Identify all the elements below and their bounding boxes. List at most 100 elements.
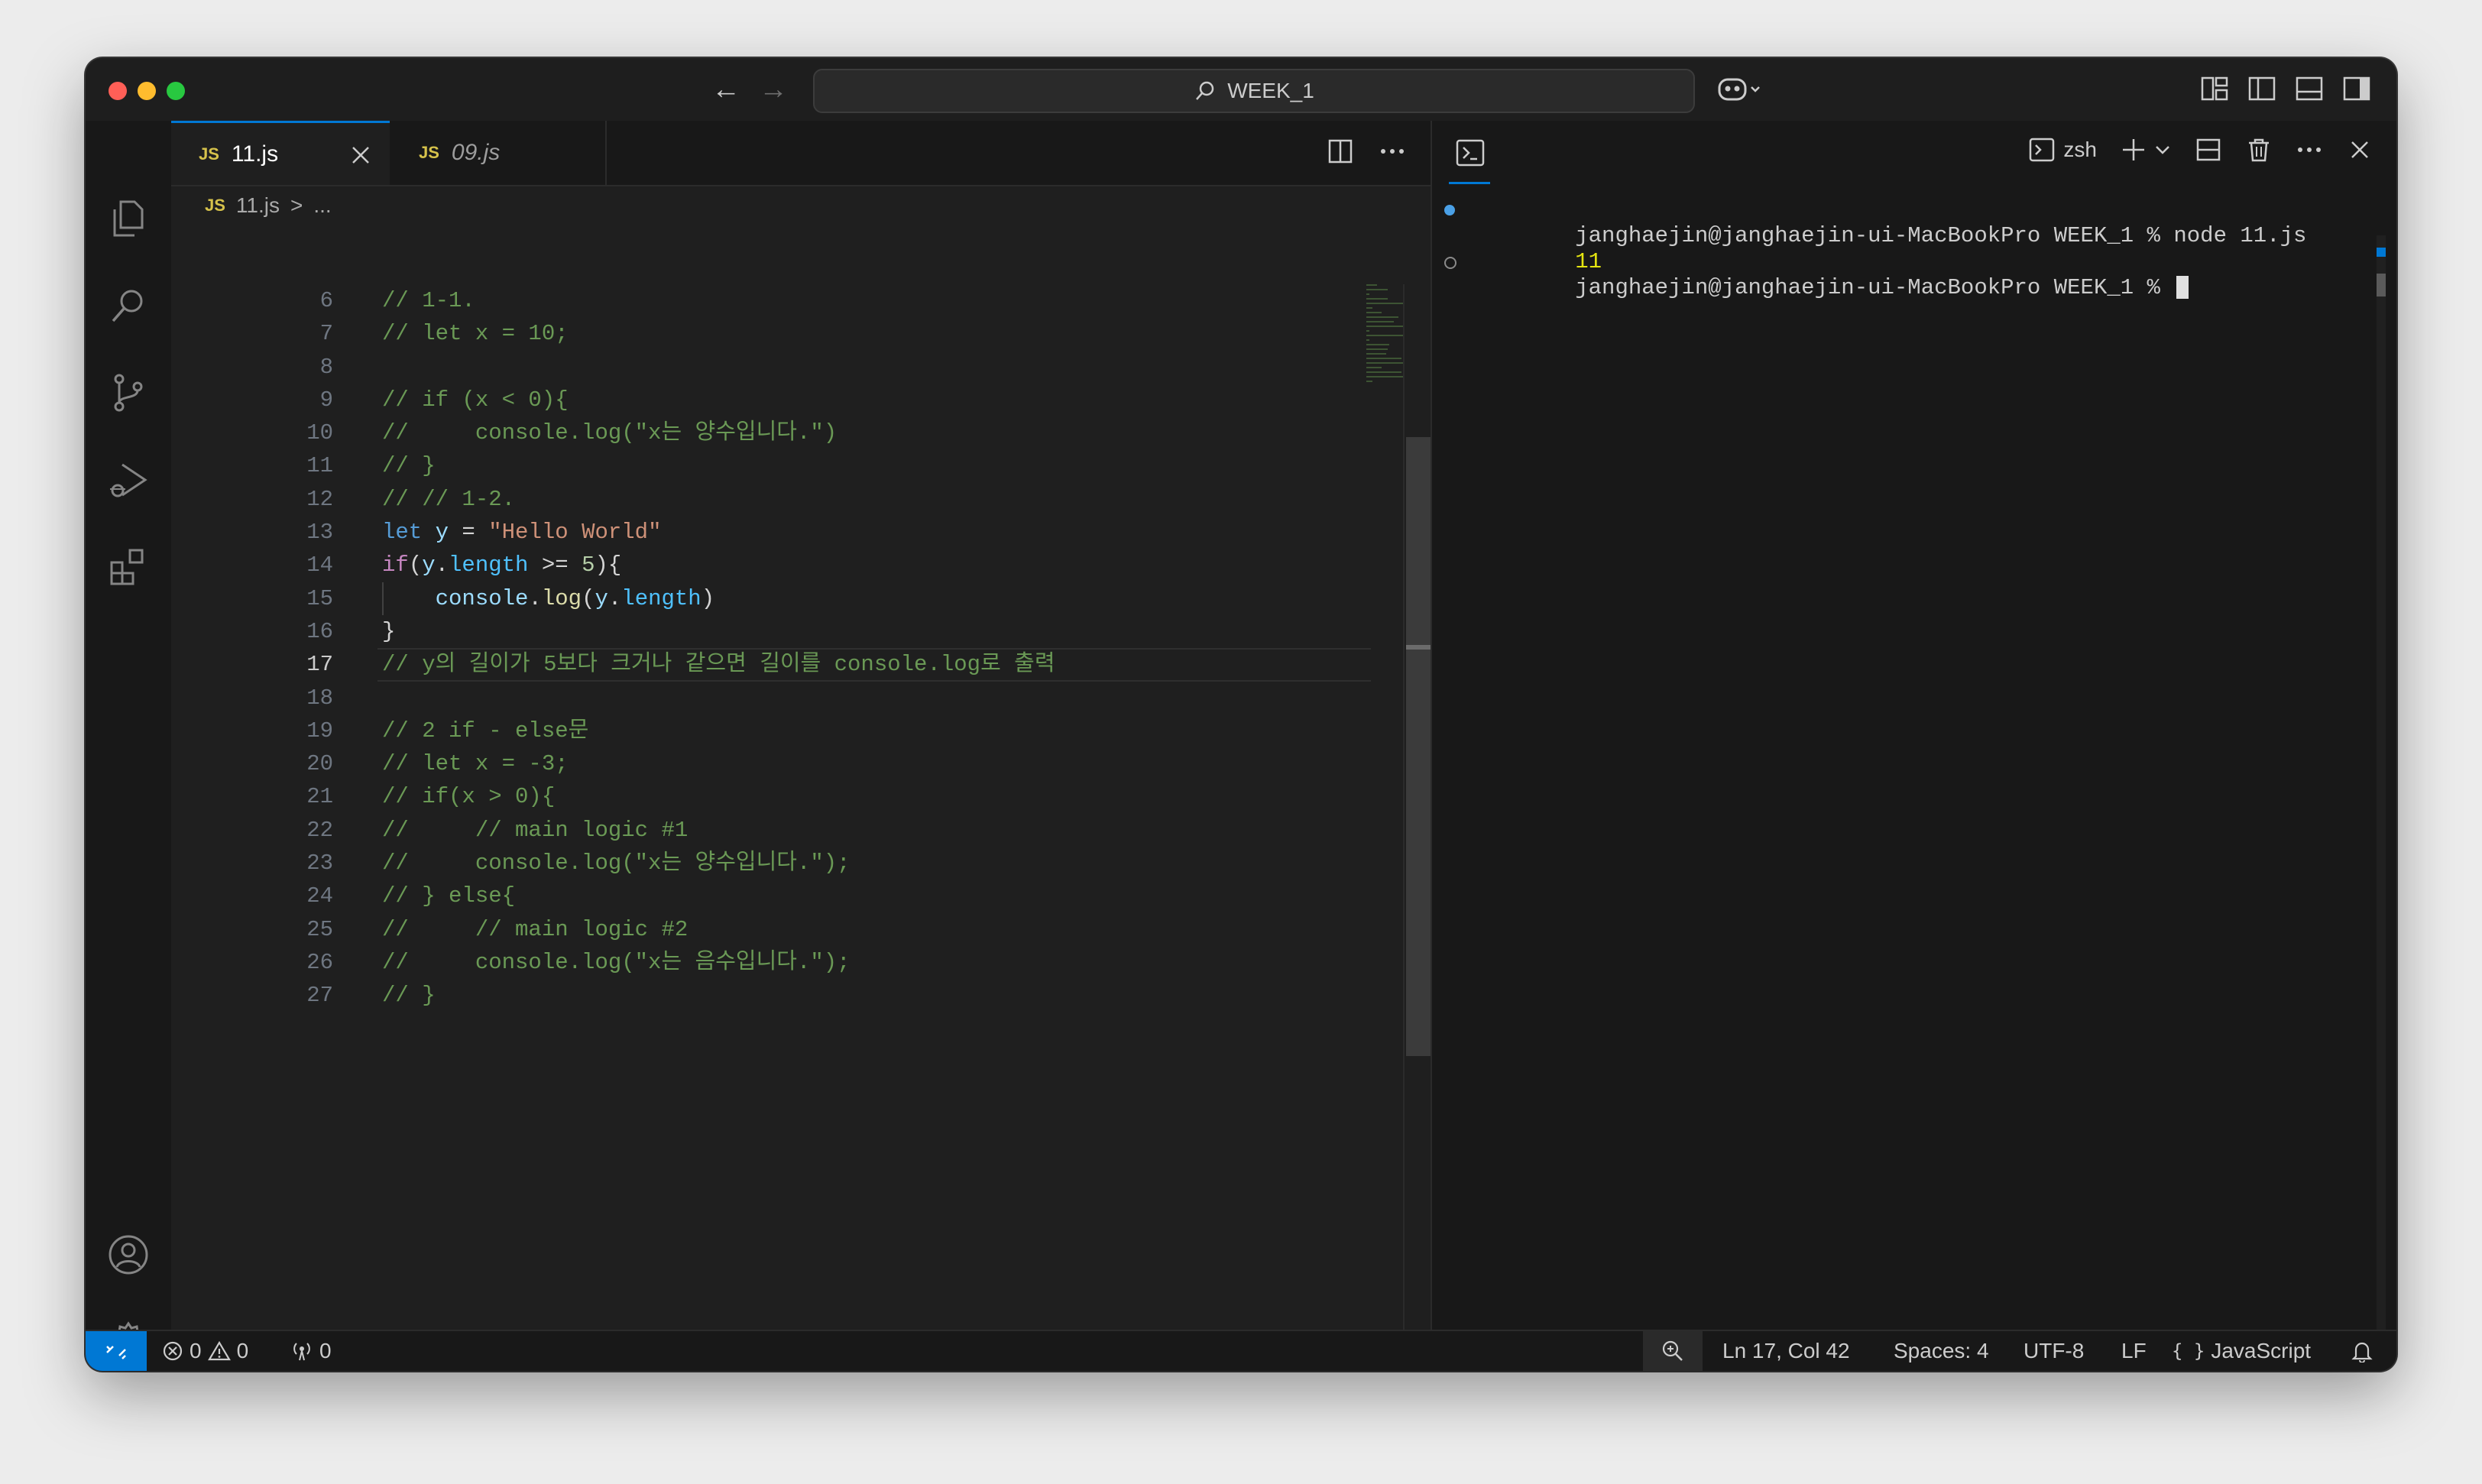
code-text: // if (x < 0){ bbox=[382, 387, 569, 413]
code-line[interactable]: 23 // console.log("x는 양수입니다."); bbox=[171, 847, 1371, 880]
cursor-position[interactable]: Ln 17, Col 42 bbox=[1722, 1331, 1850, 1371]
new-terminal-button[interactable] bbox=[2120, 136, 2172, 164]
terminal-output[interactable]: janghaejin@janghaejin-ui-MacBookPro WEEK… bbox=[1432, 197, 2366, 300]
close-panel-icon[interactable] bbox=[2346, 136, 2373, 164]
code-text: // let x = 10; bbox=[382, 321, 569, 347]
split-terminal-icon[interactable] bbox=[2195, 136, 2222, 164]
close-window-button[interactable] bbox=[109, 82, 127, 100]
zoom-indicator[interactable] bbox=[1643, 1331, 1703, 1371]
active-panel-indicator bbox=[1449, 182, 1490, 184]
code-line[interactable]: 16} bbox=[171, 615, 1371, 648]
code-line[interactable]: 11 // } bbox=[171, 449, 1371, 482]
editor-scrollbar[interactable] bbox=[1403, 284, 1431, 1371]
code-line[interactable]: 6 // 1-1. bbox=[171, 284, 1371, 317]
remote-icon bbox=[106, 1346, 126, 1359]
language-mode[interactable]: { } JavaScript bbox=[2172, 1331, 2311, 1371]
indentation-indicator[interactable]: Spaces: 4 bbox=[1894, 1331, 1989, 1371]
code-line[interactable]: 19 // 2 if - else문 bbox=[171, 714, 1371, 747]
breadcrumb: JS 11.js > ... bbox=[205, 186, 332, 225]
code-text: // console.log("x는 양수입니다.") bbox=[382, 420, 838, 446]
code-line[interactable]: 24 // } else{ bbox=[171, 880, 1371, 912]
eol-indicator[interactable]: LF bbox=[2121, 1331, 2147, 1371]
code-line[interactable]: 15 console.log(y.length) bbox=[171, 582, 1371, 615]
chevron-down-icon[interactable] bbox=[2153, 141, 2172, 159]
code-text: if(y.length >= 5){ bbox=[382, 552, 622, 578]
minimap-line bbox=[1366, 298, 1388, 300]
command-success-icon[interactable] bbox=[1444, 205, 1455, 215]
scrollbar-thumb[interactable] bbox=[2377, 274, 2386, 296]
line-number: 22 bbox=[306, 817, 333, 843]
code-line[interactable]: 21 // if(x > 0){ bbox=[171, 780, 1371, 813]
zoom-window-button[interactable] bbox=[167, 82, 185, 100]
code-line[interactable]: 20 // let x = -3; bbox=[171, 747, 1371, 780]
terminal-prompt-text: janghaejin@janghaejin-ui-MacBookPro WEEK… bbox=[1575, 275, 2174, 300]
breadcrumb-symbols[interactable]: ... bbox=[313, 193, 331, 218]
notifications-button[interactable] bbox=[2351, 1331, 2373, 1371]
minimize-window-button[interactable] bbox=[138, 82, 156, 100]
code-line[interactable]: 17 // y의 길이가 5보다 크거나 같으면 길이를 console.log로… bbox=[171, 648, 1371, 682]
run-debug-icon[interactable] bbox=[107, 458, 150, 501]
code-line[interactable]: 9 // if (x < 0){ bbox=[171, 384, 1371, 416]
more-actions-icon[interactable] bbox=[2296, 136, 2323, 164]
tab-11-js[interactable]: JS 11.js bbox=[171, 121, 390, 185]
code-line[interactable]: 27 // } bbox=[171, 979, 1371, 1012]
code-text: // } bbox=[382, 983, 436, 1009]
terminal-icon[interactable] bbox=[1455, 138, 1486, 168]
code-line[interactable]: 10 // console.log("x는 양수입니다.") bbox=[171, 416, 1371, 449]
toggle-primary-sidebar-icon[interactable] bbox=[2247, 73, 2280, 107]
editor-tabs: JS 11.js JS 09.js bbox=[171, 121, 1431, 186]
extensions-icon[interactable] bbox=[107, 546, 150, 588]
source-control-icon[interactable] bbox=[107, 371, 150, 414]
code-line[interactable]: 14 if(y.length >= 5){ bbox=[171, 549, 1371, 582]
toggle-panel-icon[interactable] bbox=[2294, 73, 2328, 107]
search-icon[interactable] bbox=[107, 284, 150, 327]
more-actions-icon[interactable] bbox=[1377, 136, 1408, 167]
encoding-indicator[interactable]: UTF-8 bbox=[2024, 1331, 2084, 1371]
code-editor[interactable]: 6 // 1-1. 7 // let x = 10; 8 9 // if (x < 0){1… bbox=[171, 284, 1371, 1013]
minimap-line bbox=[1366, 367, 1382, 368]
problems-indicator[interactable]: 0 0 bbox=[162, 1331, 248, 1371]
copilot-icon[interactable] bbox=[1716, 73, 1760, 107]
code-line[interactable]: 8 bbox=[171, 351, 1371, 384]
forward-arrow-icon[interactable]: → bbox=[758, 72, 789, 107]
editor-group: JS 11.js JS 09.js JS 11.js > ... 6 // 1-1… bbox=[171, 121, 1431, 1371]
terminal-scrollbar[interactable] bbox=[2377, 235, 2386, 1371]
minimap-line bbox=[1366, 344, 1389, 345]
back-arrow-icon[interactable]: ← bbox=[711, 72, 741, 107]
command-pending-icon[interactable] bbox=[1444, 257, 1456, 269]
code-line[interactable]: 25 // // main logic #2 bbox=[171, 913, 1371, 946]
command-center-search[interactable]: WEEK_1 bbox=[813, 69, 1695, 113]
encoding-text: UTF-8 bbox=[2024, 1339, 2085, 1362]
code-line[interactable]: 12 // // 1-2. bbox=[171, 483, 1371, 516]
code-text: // if(x > 0){ bbox=[382, 784, 556, 810]
toggle-secondary-sidebar-icon[interactable] bbox=[2341, 73, 2375, 107]
account-icon[interactable] bbox=[107, 1233, 150, 1276]
customize-layout-icon[interactable] bbox=[2199, 73, 2233, 107]
scrollbar-thumb[interactable] bbox=[1406, 437, 1431, 1056]
explorer-icon[interactable] bbox=[107, 197, 150, 240]
code-text: // console.log("x는 양수입니다."); bbox=[382, 851, 851, 876]
line-number: 6 bbox=[319, 288, 333, 313]
code-line[interactable]: 13 let y = "Hello World" bbox=[171, 516, 1371, 549]
line-number: 24 bbox=[306, 883, 333, 909]
split-editor-icon[interactable] bbox=[1325, 136, 1356, 167]
code-line[interactable]: 7 // let x = 10; bbox=[171, 317, 1371, 350]
minimap-line bbox=[1366, 381, 1372, 382]
trash-icon[interactable] bbox=[2245, 136, 2273, 164]
terminal-shell-selector[interactable]: zsh bbox=[2028, 136, 2097, 164]
code-line[interactable]: 22 // // main logic #1 bbox=[171, 814, 1371, 847]
code-text: console.log(y.length) bbox=[435, 585, 715, 611]
code-text: let y = "Hello World" bbox=[382, 520, 662, 546]
close-icon[interactable] bbox=[348, 143, 373, 167]
minimap-line bbox=[1366, 284, 1377, 286]
breadcrumb-file[interactable]: 11.js bbox=[236, 193, 280, 218]
ports-indicator[interactable]: 0 bbox=[290, 1331, 332, 1371]
code-line[interactable]: 18 bbox=[171, 682, 1371, 714]
line-number: 26 bbox=[306, 949, 333, 975]
terminal-line: janghaejin@janghaejin-ui-MacBookPro WEEK… bbox=[1432, 249, 2366, 300]
code-line[interactable]: 26 // console.log("x는 음수입니다."); bbox=[171, 946, 1371, 979]
remote-indicator[interactable] bbox=[86, 1331, 147, 1371]
tab-09-js[interactable]: JS 09.js bbox=[391, 121, 607, 185]
code-text: // } bbox=[382, 453, 436, 479]
code-text: // y의 길이가 5보다 크거나 같으면 길이를 console.log로 출… bbox=[382, 652, 1055, 678]
